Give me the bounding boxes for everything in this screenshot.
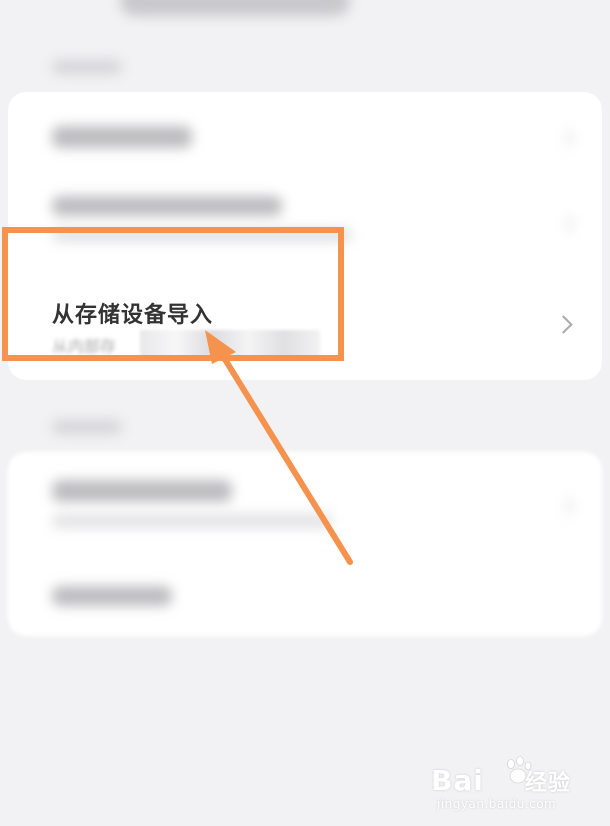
blurred-row-subtitle <box>52 514 332 528</box>
watermark-url: jingyan.baidu.com <box>437 797 557 811</box>
section-header <box>52 60 122 74</box>
blurred-row-title[interactable] <box>52 586 172 606</box>
section-header <box>52 420 122 434</box>
watermark-brand: Bai 经验 <box>431 764 571 797</box>
highlight-box <box>2 227 344 361</box>
header-pill <box>120 0 350 16</box>
blurred-row-title[interactable] <box>52 480 232 502</box>
blurred-row-title[interactable] <box>52 196 282 216</box>
paw-icon <box>507 756 532 784</box>
blurred-row-title[interactable] <box>52 126 192 148</box>
baidu-jingyan-watermark: Bai 经验 jingyan.baidu.com <box>431 756 596 812</box>
